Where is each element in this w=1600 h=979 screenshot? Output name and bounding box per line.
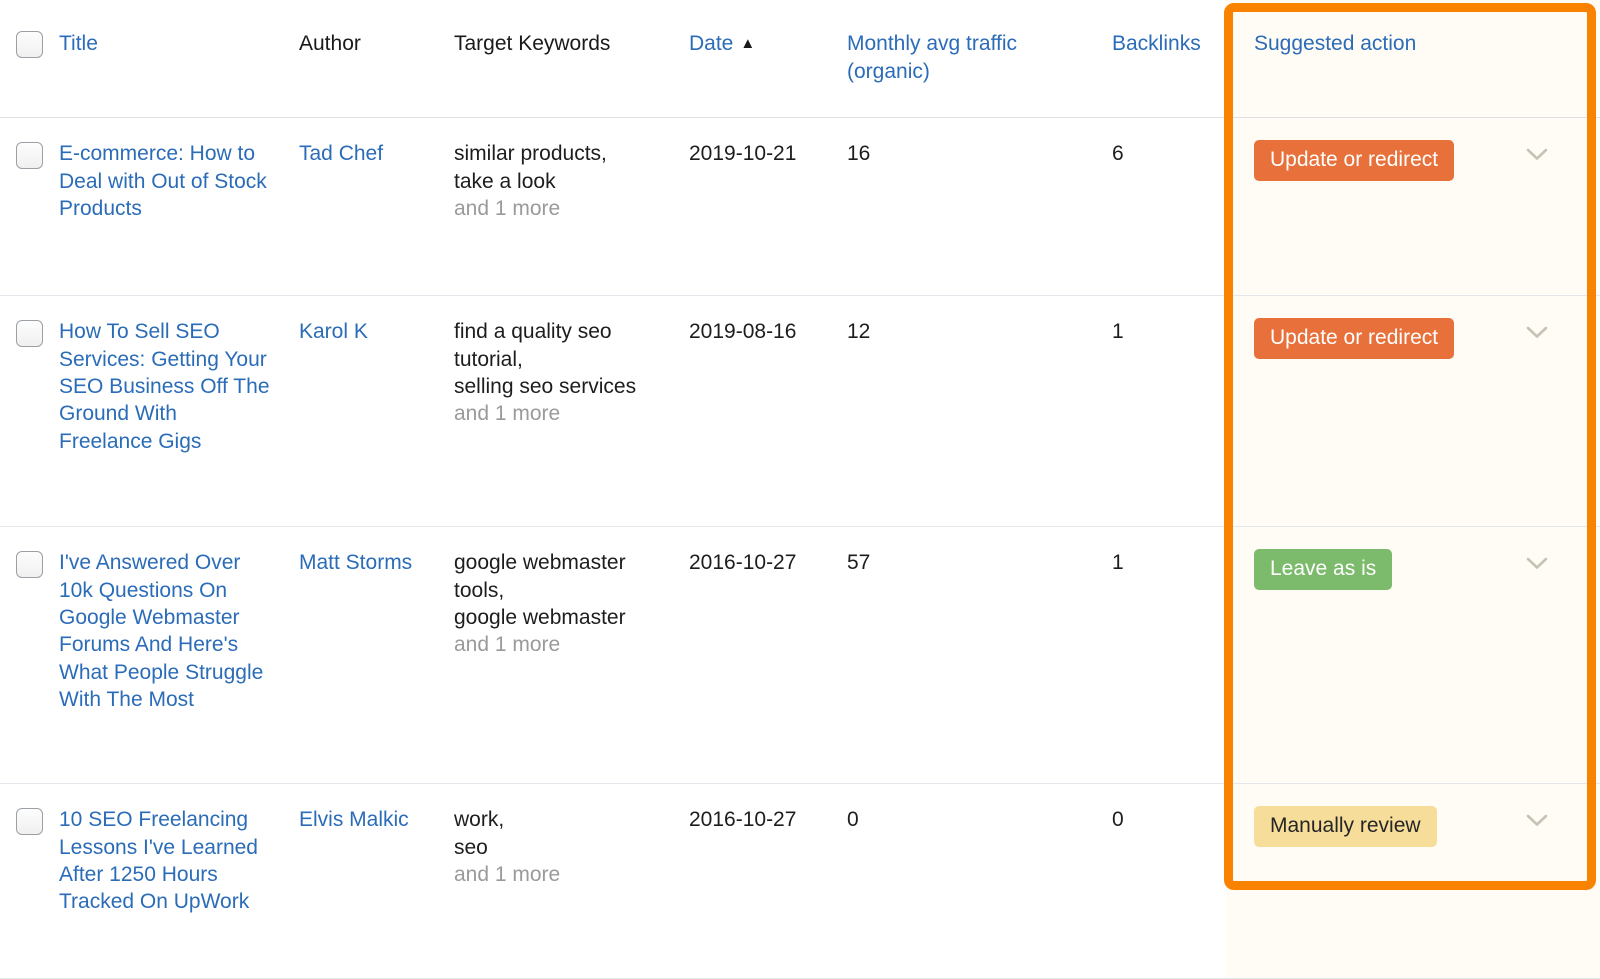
content-audit-table: Title Author Target Keywords Date ▲ Month… [0, 0, 1600, 979]
row-checkbox[interactable] [16, 320, 43, 347]
row-suggested-action-cell: Update or redirect [1226, 118, 1600, 296]
row-keywords-cell: work, seo and 1 more [453, 784, 688, 979]
row-title-cell: I've Answered Over 10k Questions On Goog… [58, 527, 298, 784]
header-traffic-cell: Monthly avg traffic (organic) [846, 0, 1111, 118]
header-select-all-cell [0, 0, 58, 118]
suggested-action-badge[interactable]: Manually review [1254, 806, 1437, 847]
keyword-line: seo [454, 834, 674, 861]
chevron-down-icon[interactable] [1526, 326, 1548, 339]
row-date-cell: 2016-10-27 [688, 527, 846, 784]
keyword-line: selling seo services [454, 373, 674, 400]
row-keywords-cell: google webmaster tools, google webmaster… [453, 527, 688, 784]
row-traffic-cell: 0 [846, 784, 1111, 979]
keywords-more-label: and 1 more [454, 631, 674, 658]
keyword-line: google webmaster [454, 604, 674, 631]
row-checkbox[interactable] [16, 808, 43, 835]
column-header-backlinks[interactable]: Backlinks [1112, 32, 1201, 55]
header-suggested-action-cell: Suggested action [1226, 0, 1600, 118]
row-title-cell: How To Sell SEO Services: Getting Your S… [58, 296, 298, 527]
row-date-cell: 2019-08-16 [688, 296, 846, 527]
column-header-title[interactable]: Title [59, 32, 98, 55]
keyword-line: google webmaster tools, [454, 549, 674, 604]
article-title-link[interactable]: 10 SEO Freelancing Lessons I've Learned … [59, 806, 276, 915]
row-date-cell: 2016-10-27 [688, 784, 846, 979]
row-suggested-action-cell: Leave as is [1226, 527, 1600, 784]
column-header-suggested-action[interactable]: Suggested action [1254, 32, 1416, 55]
table-row: 10 SEO Freelancing Lessons I've Learned … [0, 784, 1600, 979]
row-select-cell [0, 784, 58, 979]
table-row: How To Sell SEO Services: Getting Your S… [0, 296, 1600, 527]
row-select-cell [0, 118, 58, 296]
table-header: Title Author Target Keywords Date ▲ Month… [0, 0, 1600, 118]
keyword-line: work, [454, 806, 674, 833]
row-title-cell: E-commerce: How to Deal with Out of Stoc… [58, 118, 298, 296]
row-keywords-cell: similar products, take a look and 1 more [453, 118, 688, 296]
chevron-down-icon[interactable] [1526, 814, 1548, 827]
row-select-cell [0, 296, 58, 527]
author-link[interactable]: Tad Chef [299, 140, 383, 167]
keyword-line: similar products, [454, 140, 674, 167]
row-title-cell: 10 SEO Freelancing Lessons I've Learned … [58, 784, 298, 979]
select-all-checkbox[interactable] [16, 31, 43, 58]
article-title-link[interactable]: I've Answered Over 10k Questions On Goog… [59, 549, 276, 713]
column-header-date[interactable]: Date [689, 32, 733, 55]
header-date-cell: Date ▲ [688, 0, 846, 118]
row-suggested-action-cell: Manually review [1226, 784, 1600, 979]
table-header-row: Title Author Target Keywords Date ▲ Month… [0, 0, 1600, 118]
row-select-cell [0, 527, 58, 784]
table-row: E-commerce: How to Deal with Out of Stoc… [0, 118, 1600, 296]
article-title-link[interactable]: E-commerce: How to Deal with Out of Stoc… [59, 140, 276, 222]
keywords-more-label: and 1 more [454, 195, 674, 222]
row-backlinks-cell: 0 [1111, 784, 1226, 979]
header-backlinks-cell: Backlinks [1111, 0, 1226, 118]
keywords-more-label: and 1 more [454, 400, 674, 427]
row-author-cell: Karol K [298, 296, 453, 527]
row-author-cell: Elvis Malkic [298, 784, 453, 979]
row-backlinks-cell: 1 [1111, 527, 1226, 784]
keyword-line: take a look [454, 168, 674, 195]
author-link[interactable]: Elvis Malkic [299, 806, 409, 833]
column-header-traffic-line2: (organic) [847, 60, 930, 83]
column-header-monthly-avg-traffic[interactable]: Monthly avg traffic (organic) [847, 32, 1017, 83]
header-author-cell: Author [298, 0, 453, 118]
author-link[interactable]: Matt Storms [299, 549, 412, 576]
chevron-down-icon[interactable] [1526, 148, 1548, 161]
row-backlinks-cell: 1 [1111, 296, 1226, 527]
row-date-cell: 2019-10-21 [688, 118, 846, 296]
header-keywords-cell: Target Keywords [453, 0, 688, 118]
row-author-cell: Matt Storms [298, 527, 453, 784]
table-body: E-commerce: How to Deal with Out of Stoc… [0, 118, 1600, 979]
article-title-link[interactable]: How To Sell SEO Services: Getting Your S… [59, 318, 276, 454]
row-backlinks-cell: 6 [1111, 118, 1226, 296]
suggested-action-badge[interactable]: Update or redirect [1254, 318, 1454, 359]
row-checkbox[interactable] [16, 142, 43, 169]
row-checkbox[interactable] [16, 551, 43, 578]
row-traffic-cell: 16 [846, 118, 1111, 296]
row-keywords-cell: find a quality seo tutorial, selling seo… [453, 296, 688, 527]
column-header-author: Author [299, 32, 361, 55]
row-suggested-action-cell: Update or redirect [1226, 296, 1600, 527]
keywords-more-label: and 1 more [454, 861, 674, 888]
sort-ascending-icon[interactable]: ▲ [740, 34, 755, 54]
row-author-cell: Tad Chef [298, 118, 453, 296]
suggested-action-badge[interactable]: Update or redirect [1254, 140, 1454, 181]
chevron-down-icon[interactable] [1526, 557, 1548, 570]
suggested-action-badge[interactable]: Leave as is [1254, 549, 1392, 590]
row-traffic-cell: 12 [846, 296, 1111, 527]
keyword-line: find a quality seo tutorial, [454, 318, 674, 373]
column-header-target-keywords: Target Keywords [454, 32, 610, 55]
header-title-cell: Title [58, 0, 298, 118]
row-traffic-cell: 57 [846, 527, 1111, 784]
table-row: I've Answered Over 10k Questions On Goog… [0, 527, 1600, 784]
column-header-traffic-line1: Monthly avg traffic [847, 32, 1017, 55]
content-audit-table-container: Title Author Target Keywords Date ▲ Month… [0, 0, 1600, 918]
author-link[interactable]: Karol K [299, 318, 368, 345]
